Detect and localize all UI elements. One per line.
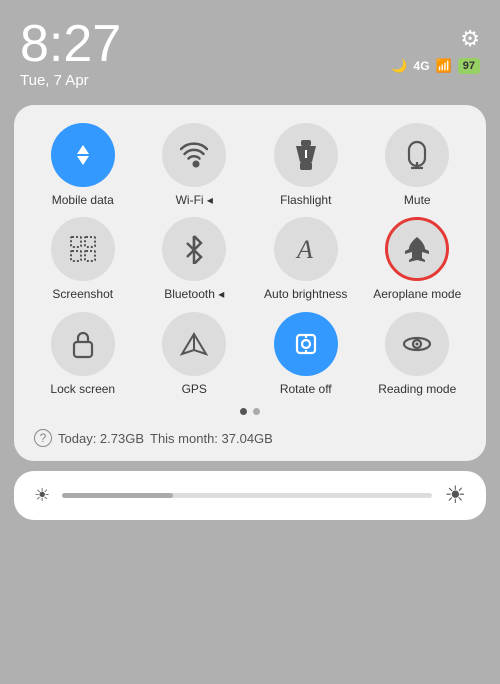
tile-label-gps: GPS xyxy=(182,382,207,396)
brightness-track[interactable] xyxy=(62,493,432,498)
tile-bluetooth[interactable]: Bluetooth ◂ xyxy=(142,217,248,301)
tile-label-rotate-off: Rotate off xyxy=(280,382,332,396)
tile-icon-aeroplane-mode xyxy=(385,217,449,281)
quick-settings-panel: Mobile data Wi-Fi ◂ Flashlight Mute Screensh… xyxy=(14,105,486,461)
today-usage: Today: 2.73GB xyxy=(58,431,144,446)
tile-label-flashlight: Flashlight xyxy=(280,193,331,207)
tile-icon-auto-brightness: A xyxy=(274,217,338,281)
tile-gps[interactable]: GPS xyxy=(142,312,248,396)
page-indicators xyxy=(30,408,470,415)
brightness-control: ☀ ☀ xyxy=(14,471,486,520)
month-usage: This month: 37.04GB xyxy=(150,431,273,446)
tile-aeroplane-mode[interactable]: Aeroplane mode xyxy=(365,217,471,301)
brightness-low-icon: ☀ xyxy=(34,485,50,506)
tile-label-auto-brightness: Auto brightness xyxy=(264,287,347,301)
tile-reading-mode[interactable]: Reading mode xyxy=(365,312,471,396)
brightness-fill xyxy=(62,493,173,498)
tile-icon-bluetooth xyxy=(162,217,226,281)
tile-label-wifi: Wi-Fi ◂ xyxy=(176,193,213,207)
tile-icon-reading-mode xyxy=(385,312,449,376)
tile-lock-screen[interactable]: Lock screen xyxy=(30,312,136,396)
dot-2 xyxy=(253,408,260,415)
tile-label-aeroplane-mode: Aeroplane mode xyxy=(373,287,461,301)
dot-1 xyxy=(240,408,247,415)
date-display: Tue, 7 Apr xyxy=(20,72,121,89)
tile-label-bluetooth: Bluetooth ◂ xyxy=(164,287,224,301)
tile-icon-lock-screen xyxy=(51,312,115,376)
tile-icon-mobile-data xyxy=(51,123,115,187)
tile-label-reading-mode: Reading mode xyxy=(378,382,456,396)
signal-icon: 4G xyxy=(414,59,430,73)
tile-icon-gps xyxy=(162,312,226,376)
time-display: 8:27 xyxy=(20,18,121,70)
tile-icon-wifi xyxy=(162,123,226,187)
svg-text:A: A xyxy=(295,235,313,264)
moon-icon: 🌙 xyxy=(391,58,407,74)
tile-icon-mute xyxy=(385,123,449,187)
tile-icon-screenshot xyxy=(51,217,115,281)
tile-label-mute: Mute xyxy=(404,193,431,207)
brightness-high-icon: ☀ xyxy=(444,481,466,510)
data-usage-help-icon: ? xyxy=(34,429,52,447)
signal-bars-icon: 📶 xyxy=(436,58,452,74)
tile-mute[interactable]: Mute xyxy=(365,123,471,207)
tile-rotate-off[interactable]: Rotate off xyxy=(253,312,359,396)
tile-icon-flashlight xyxy=(274,123,338,187)
data-usage-row: ? Today: 2.73GB This month: 37.04GB xyxy=(30,425,470,447)
tiles-grid: Mobile data Wi-Fi ◂ Flashlight Mute Screensh… xyxy=(30,123,470,396)
tile-screenshot[interactable]: Screenshot xyxy=(30,217,136,301)
tile-auto-brightness[interactable]: A Auto brightness xyxy=(253,217,359,301)
tile-mobile-data[interactable]: Mobile data xyxy=(30,123,136,207)
tile-flashlight[interactable]: Flashlight xyxy=(253,123,359,207)
tile-label-lock-screen: Lock screen xyxy=(50,382,115,396)
status-bar: 8:27 Tue, 7 Apr ⚙ 🌙 4G 📶 97 xyxy=(0,0,500,97)
tile-label-screenshot: Screenshot xyxy=(52,287,113,301)
tile-wifi[interactable]: Wi-Fi ◂ xyxy=(142,123,248,207)
tile-label-mobile-data: Mobile data xyxy=(52,193,114,207)
battery-indicator: 97 xyxy=(458,58,480,74)
settings-icon[interactable]: ⚙ xyxy=(460,26,480,52)
tile-icon-rotate-off xyxy=(274,312,338,376)
